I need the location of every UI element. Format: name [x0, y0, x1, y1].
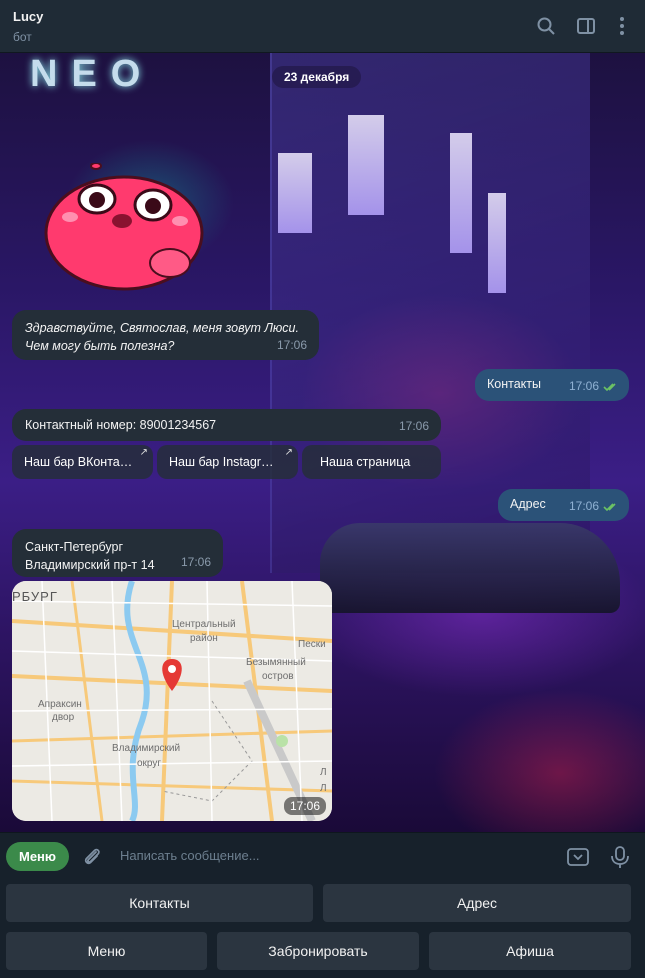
- map-label: Л: [320, 767, 327, 778]
- message-text: Здравствуйте, Святослав, меня зовут Люси…: [25, 321, 299, 335]
- map-label: Л: [320, 783, 327, 794]
- inline-button-label: Наша страница: [320, 455, 411, 469]
- map-label: Владимирский: [112, 743, 181, 754]
- keyboard-button-address[interactable]: Адрес: [323, 884, 631, 922]
- message-text: Адрес: [510, 497, 546, 511]
- message-time: 17:06: [283, 797, 326, 815]
- map-label: Центральный: [172, 619, 236, 630]
- paperclip-icon[interactable]: [80, 845, 104, 869]
- keyboard-toggle-icon[interactable]: [565, 844, 591, 870]
- message-time: 17:06: [180, 555, 211, 569]
- double-check-icon: [603, 383, 616, 392]
- external-link-icon: ↗: [139, 447, 148, 458]
- sticker-image[interactable]: [40, 162, 205, 293]
- microphone-icon[interactable]: [607, 844, 633, 870]
- car-decoration: [320, 523, 620, 613]
- date-separator: 23 декабря: [272, 66, 362, 88]
- map-label: Безымянный: [246, 657, 306, 668]
- external-link-icon: ↗: [284, 447, 293, 458]
- map-label: район: [190, 633, 218, 644]
- incoming-message-contact-number[interactable]: Контактный номер: 89001234567 17:06: [12, 409, 441, 441]
- map-label: округ: [137, 758, 162, 769]
- map-label: Апраксин: [38, 699, 82, 710]
- location-map[interactable]: РБУРГ Центральный район Пески Безымянный…: [12, 581, 332, 821]
- bot-menu-button[interactable]: Меню: [6, 842, 69, 871]
- inline-button-label: Наш бар ВКонта…: [24, 455, 133, 469]
- message-text: Контакты: [487, 377, 541, 391]
- outgoing-message-address[interactable]: Адрес 17:06: [498, 489, 629, 521]
- incoming-message-address[interactable]: Санкт-Петербург Владимирский пр-т 14 17:…: [12, 529, 223, 577]
- message-time: 17:06: [568, 379, 599, 393]
- inline-button-vk[interactable]: Наш бар ВКонта… ↗: [12, 445, 153, 479]
- map-label: Пески: [298, 639, 326, 650]
- message-time: 17:06: [276, 338, 307, 352]
- sidebar-toggle-icon[interactable]: [574, 14, 598, 38]
- more-options-icon[interactable]: [610, 14, 634, 38]
- map-label: остров: [262, 671, 294, 682]
- message-text: Контактный номер: 89001234567: [25, 418, 217, 432]
- inline-button-instagram[interactable]: Наш бар Instagr… ↗: [157, 445, 298, 479]
- message-text: Владимирский пр-т 14: [25, 558, 155, 572]
- message-time: 17:06: [568, 499, 599, 513]
- message-input[interactable]: Написать сообщение...: [120, 848, 260, 863]
- message-text: Чем могу быть полезна?: [25, 339, 175, 353]
- message-text: Санкт-Петербург: [25, 540, 124, 554]
- chat-area[interactable]: NEO 23 декабря Здравствуйте, Святослав, …: [0, 53, 645, 832]
- chat-subtitle: бот: [13, 30, 32, 44]
- neon-sign-decoration: NEO: [30, 53, 155, 95]
- message-input-bar: Меню Написать сообщение...: [0, 832, 645, 879]
- message-time: 17:06: [398, 419, 429, 433]
- keyboard-button-book[interactable]: Забронировать: [217, 932, 419, 970]
- double-check-icon: [603, 503, 616, 512]
- keyboard-button-poster[interactable]: Афиша: [429, 932, 631, 970]
- keyboard-button-contacts[interactable]: Контакты: [6, 884, 313, 922]
- outgoing-message-contacts[interactable]: Контакты 17:06: [475, 369, 629, 401]
- chat-header: Lucy бот: [0, 0, 645, 53]
- inline-button-our-page[interactable]: Наша страница: [302, 445, 441, 479]
- inline-button-label: Наш бар Instagr…: [169, 455, 274, 469]
- map-label: двор: [52, 712, 75, 723]
- map-label: РБУРГ: [12, 589, 58, 604]
- reply-keyboard: Контакты Адрес Меню Забронировать Афиша: [0, 879, 645, 978]
- search-icon[interactable]: [534, 14, 558, 38]
- incoming-message-greeting[interactable]: Здравствуйте, Святослав, меня зовут Люси…: [12, 310, 319, 360]
- keyboard-button-menu[interactable]: Меню: [6, 932, 207, 970]
- chat-title[interactable]: Lucy: [13, 9, 43, 24]
